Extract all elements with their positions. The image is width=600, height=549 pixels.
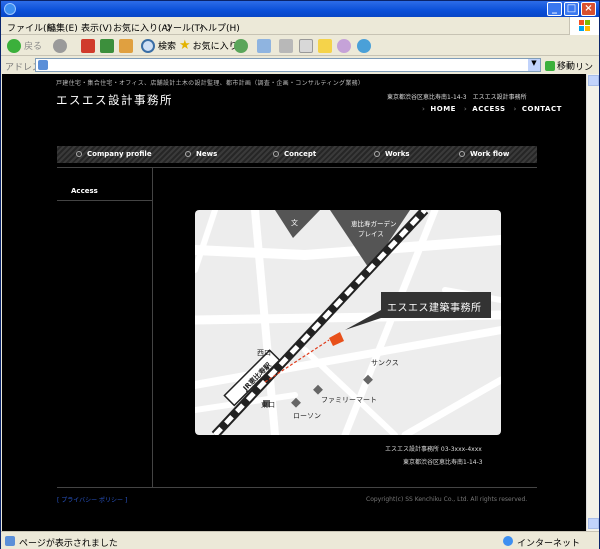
nav-contact[interactable]: CONTACT [522,105,562,113]
menu-favorites[interactable]: お気に入り(A) [113,21,171,34]
school-label: 文 [291,219,298,227]
divider [57,167,537,168]
header-address: 東京都渋谷区恵比寿南1-14-3 エスエス設計事務所 [387,94,527,101]
nav-company-profile[interactable]: Company profile [76,150,152,158]
arrow-circle-icon [374,151,380,157]
divider [152,167,153,487]
address-bar: アドレス(D) ▼ 移動 リンク [1,57,599,86]
menu-help[interactable]: ヘルプ(H) [199,21,240,34]
menu-bar: ファイル(F) 編集(E) 表示(V) お気に入り(A) ツール(T) ヘルプ(… [1,17,599,35]
vertical-scrollbar[interactable] [586,74,599,531]
arrow-circle-icon [76,151,82,157]
site-tagline: 戸建住宅・集合住宅・オフィス、店舗設計土木の設計監理、都市計画（調査・企画・コン… [56,80,365,87]
arrow-circle-icon [273,151,279,157]
arrow-circle-icon [185,151,191,157]
research-button[interactable] [337,38,351,53]
page-done-icon [5,536,15,546]
east-exit-label: 東口 [261,401,275,409]
contact-line: エスエス設計事務所 03-3xxx-4xxx [385,446,482,453]
close-button[interactable]: × [581,2,596,16]
research-icon [337,38,351,53]
scroll-up-icon[interactable] [588,75,599,86]
browser-window: _ □ × ファイル(F) 編集(E) 表示(V) お気に入り(A) ツール(T… [0,0,600,549]
status-bar: ページが表示されました インターネット [1,531,599,549]
stop-icon [81,38,95,53]
divider [57,200,152,201]
refresh-button[interactable] [100,38,114,53]
minimize-button[interactable]: _ [547,2,562,16]
privacy-policy-link[interactable]: [ プライバシー ポリシー ] [57,495,127,504]
history-icon [234,38,248,53]
home-icon [119,38,133,53]
familymart-marker [313,384,323,395]
internet-zone-icon [503,536,513,546]
home-button[interactable] [119,38,133,53]
search-button[interactable]: 検索 [141,38,176,53]
main-nav: Company profile News Concept Works Work … [57,146,537,163]
address-dropdown-icon[interactable]: ▼ [528,59,540,71]
status-text: ページが表示されました [19,539,118,549]
messenger-button[interactable] [357,38,371,53]
divider [57,487,537,488]
zone-text: インターネット [517,539,581,549]
site-logo[interactable]: エスエス設計事務所 [56,92,173,108]
maximize-button[interactable]: □ [564,2,579,16]
favorites-button[interactable]: ★ お気に入り [179,38,238,53]
sidebar-title: Access [71,187,98,195]
edit-button[interactable] [299,38,313,53]
mail-button[interactable] [257,38,271,53]
copyright: Copyright(c) SS Kenchiku Co., Ltd. All r… [366,496,528,503]
go-button[interactable]: 移動 [545,59,575,72]
print-icon [279,38,293,53]
windows-logo-icon [569,17,599,35]
access-map: 文 恵比寿ガーデン プレイス エスエス建築事務所 西口 東口 JR恵比寿駅 サン… [195,210,501,435]
nav-work-flow[interactable]: Work flow [459,150,509,158]
stop-button[interactable] [81,38,95,53]
nav-home[interactable]: HOME [430,105,456,113]
office-label: エスエス建築事務所 [387,303,482,314]
garden-label-1: 恵比寿ガーデン [351,220,397,228]
nav-news[interactable]: News [185,150,217,158]
familymart-label: ファミリーマート [321,396,377,404]
forward-button[interactable] [53,38,67,53]
mail-icon [257,38,271,53]
nav-concept[interactable]: Concept [273,150,316,158]
ie-icon [4,3,16,15]
arrow-circle-icon [459,151,465,157]
forward-arrow-icon [53,38,67,53]
sunkus-label: サンクス [371,359,399,367]
refresh-icon [100,38,114,53]
nav-access[interactable]: ACCESS [472,105,505,113]
lawson-marker [291,397,301,408]
messenger-icon [357,38,371,53]
scroll-down-icon[interactable] [588,518,599,529]
history-button[interactable] [234,38,248,53]
edit-icon [299,38,313,53]
west-exit-label: 西口 [257,349,271,357]
star-icon: ★ [179,38,191,53]
title-bar: _ □ × [1,1,599,17]
page-icon [38,60,48,70]
address-line: 東京都渋谷区恵比寿南1-14-3 [403,459,483,466]
print-button[interactable] [279,38,293,53]
menu-tools[interactable]: ツール(T) [164,21,204,34]
search-icon [141,38,155,53]
go-arrow-icon [545,60,555,71]
page-content: 戸建住宅・集合住宅・オフィス、店舗設計土木の設計監理、都市計画（調査・企画・コン… [2,74,586,531]
toolbar: 戻る 検索 ★ お気に入り [1,35,599,56]
top-nav: › HOME › ACCESS › CONTACT [422,105,562,113]
garden-label-2: プレイス [358,230,384,238]
menu-view[interactable]: 表示(V) [81,21,112,34]
address-input[interactable]: ▼ [35,58,541,72]
lawson-label: ローソン [293,412,321,420]
discuss-icon [318,38,332,53]
back-button[interactable]: 戻る [7,38,42,53]
menu-edit[interactable]: 編集(E) [47,21,78,34]
discuss-button[interactable] [318,38,332,53]
office-marker [329,332,344,346]
back-arrow-icon [7,38,21,53]
nav-works[interactable]: Works [374,150,410,158]
